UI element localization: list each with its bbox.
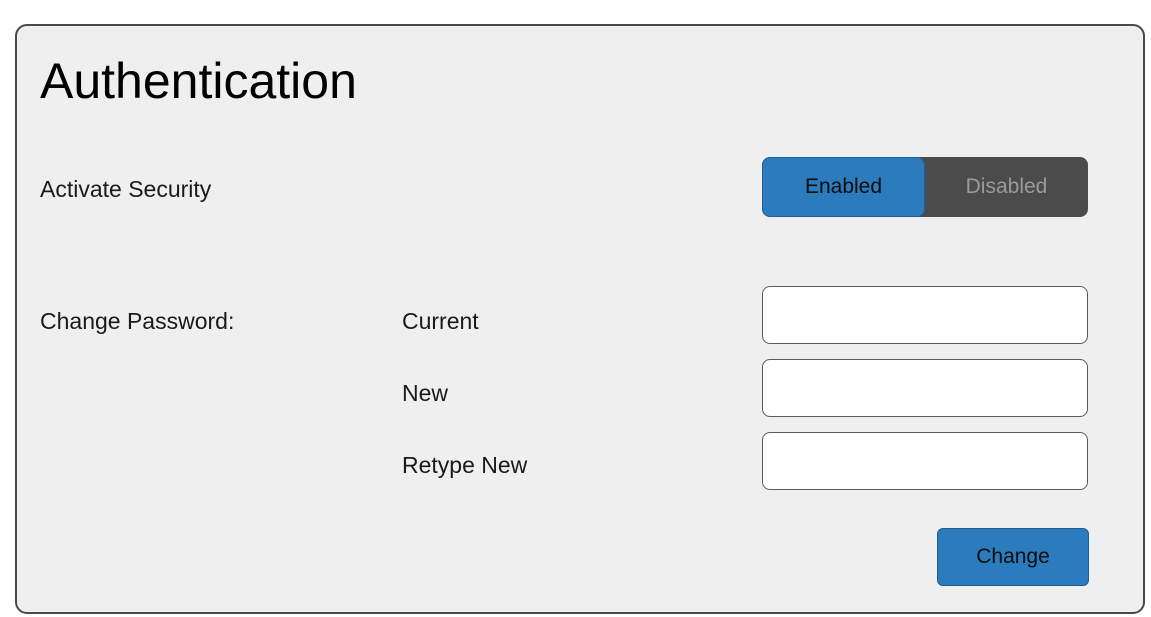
change-button[interactable]: Change xyxy=(937,528,1089,586)
page-title: Authentication xyxy=(40,53,357,109)
activate-security-label: Activate Security xyxy=(40,176,212,202)
security-toggle[interactable]: Enabled Disabled xyxy=(762,157,1088,217)
change-password-label: Change Password: xyxy=(40,308,235,334)
disabled-option[interactable]: Disabled xyxy=(925,157,1088,217)
current-password-input[interactable] xyxy=(762,286,1088,344)
current-password-label: Current xyxy=(402,308,479,334)
retype-password-label: Retype New xyxy=(402,452,528,478)
authentication-panel: Authentication Activate Security Enabled… xyxy=(15,24,1145,614)
retype-password-input[interactable] xyxy=(762,432,1088,490)
enabled-option[interactable]: Enabled xyxy=(762,157,925,217)
new-password-label: New xyxy=(402,380,449,406)
new-password-input[interactable] xyxy=(762,359,1088,417)
